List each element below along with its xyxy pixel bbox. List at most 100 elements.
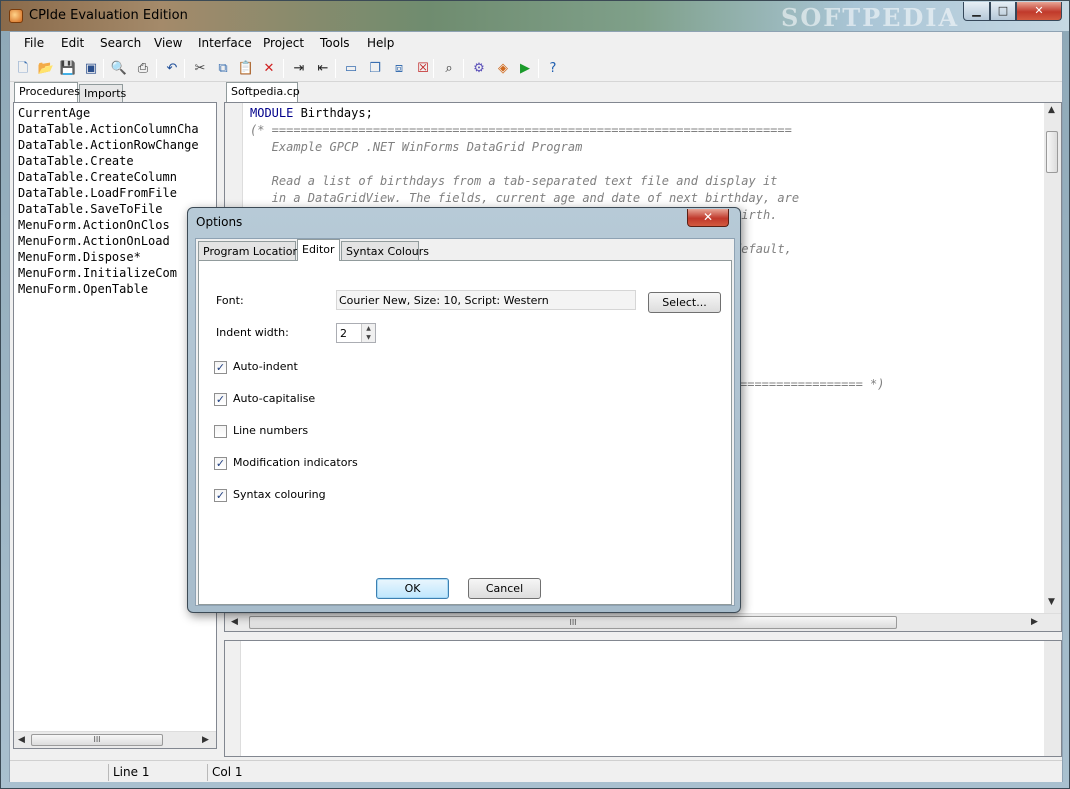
scroll-down-icon[interactable]: ▼ [1048,597,1055,607]
checkbox-modification-indicators[interactable]: ✓ [214,457,227,470]
delete-icon[interactable]: ✕ [260,59,278,77]
new-file-icon[interactable]: 🗋 [14,59,32,77]
indent-width-value[interactable]: 2 [340,327,347,340]
tab-syntax-colours[interactable]: Syntax Colours [341,241,429,260]
code-line: MODULE Birthdays; [250,105,373,122]
print-preview-icon[interactable]: 🔍 [110,59,128,77]
window-icon[interactable]: ▭ [342,59,360,77]
font-field: Courier New, Size: 10, Script: Western [336,290,636,310]
checkbox-label[interactable]: Auto-capitalise [233,392,315,405]
copy-icon[interactable]: ⧉ [214,59,232,77]
save-icon[interactable]: 💾 [59,59,77,77]
menu-search[interactable]: Search [100,36,141,50]
run-icon[interactable]: ▶ [516,59,534,77]
menu-edit[interactable]: Edit [61,36,84,50]
procedure-list-item[interactable]: DataTable.LoadFromFile [18,185,177,201]
checkbox-syntax-colouring[interactable]: ✓ [214,489,227,502]
help-icon[interactable]: ? [544,59,562,77]
print-icon[interactable]: ⎙ [134,59,152,77]
editor-hscrollbar[interactable]: ◀ III ▶ [225,613,1061,631]
open-folder-icon[interactable]: 📂 [37,59,55,77]
scroll-left-icon[interactable]: ◀ [18,735,25,745]
ok-button[interactable]: OK [376,578,449,599]
spin-arrows-icon[interactable]: ▲ ▼ [361,324,375,342]
checkbox-auto-capitalise[interactable]: ✓ [214,393,227,406]
save-all-icon[interactable]: ▣ [82,59,100,77]
procedure-list-item[interactable]: DataTable.ActionRowChange [18,137,199,153]
maximize-button[interactable]: □ [990,2,1016,21]
select-font-button[interactable]: Select... [648,292,721,313]
toolbar-separator [103,59,104,78]
scroll-right-icon[interactable]: ▶ [1031,617,1038,627]
procedure-list-item[interactable]: MenuForm.InitializeCom [18,265,177,281]
tab-editor[interactable]: Editor [297,239,340,261]
checkbox-label[interactable]: Line numbers [233,424,308,437]
output-vscrollbar[interactable] [1044,641,1061,756]
procedure-list-item[interactable]: DataTable.Create [18,153,134,169]
output-gutter [225,641,241,756]
indent-icon[interactable]: ⇥ [290,59,308,77]
editor-vscroll-thumb[interactable] [1046,131,1058,173]
procedure-list-item[interactable]: DataTable.ActionColumnCha [18,121,199,137]
checkbox-line-numbers[interactable] [214,425,227,438]
title-bar[interactable]: CPIde Evaluation Edition SOFTPEDIA ▁ □ ✕ [1,1,1069,32]
procedure-list-item[interactable]: CurrentAge [18,105,90,121]
checkbox-label[interactable]: Modification indicators [233,456,358,469]
watermark-logo: SOFTPEDIA [781,3,960,32]
menu-interface[interactable]: Interface [198,36,252,50]
scroll-left-icon[interactable]: ◀ [231,617,238,627]
toolbar-separator [463,59,464,78]
main-window: CPIde Evaluation Edition SOFTPEDIA ▁ □ ✕… [0,0,1070,789]
paste-icon[interactable]: 📋 [237,59,255,77]
tab-procedures[interactable]: Procedures [14,82,80,102]
scroll-right-icon[interactable]: ▶ [202,735,209,745]
tab-softpedia-cp[interactable]: Softpedia.cp [226,82,300,102]
compile-icon[interactable]: ◈ [494,59,512,77]
undo-icon[interactable]: ↶ [163,59,181,77]
menu-view[interactable]: View [154,36,182,50]
procedure-list-item[interactable]: MenuForm.ActionOnClos [18,217,170,233]
checkbox-label[interactable]: Auto-indent [233,360,298,373]
window-close-icon[interactable]: ☒ [414,59,432,77]
dialog-close-button[interactable]: ✕ [687,209,729,227]
status-line: Line 1 [108,764,206,781]
procedure-list-item[interactable]: MenuForm.OpenTable [18,281,148,297]
procedure-list-item[interactable]: DataTable.CreateColumn [18,169,177,185]
checkbox-auto-indent[interactable]: ✓ [214,361,227,374]
window-export-icon[interactable]: ⧈ [390,59,408,77]
outdent-icon[interactable]: ⇤ [314,59,332,77]
code-text: Birthdays; [293,106,373,120]
tab-program-locations[interactable]: Program Locations [198,241,305,260]
editor-vscrollbar[interactable]: ▲ ▼ [1044,103,1061,613]
procedure-list-item[interactable]: MenuForm.Dispose* [18,249,141,265]
indent-width-stepper[interactable]: 2 ▲ ▼ [336,323,376,343]
menu-tools[interactable]: Tools [320,36,350,50]
app-icon[interactable] [9,9,23,23]
indent-width-label: Indent width: [216,326,289,339]
cut-icon[interactable]: ✂ [191,59,209,77]
build-gear-icon[interactable]: ⚙ [470,59,488,77]
window-stack-icon[interactable]: ❐ [366,59,384,77]
code-line: (* =====================================… [250,122,792,139]
checkbox-label[interactable]: Syntax colouring [233,488,326,501]
menu-file[interactable]: File [24,36,44,50]
minimize-button[interactable]: ▁ [963,2,990,21]
procedure-list-item[interactable]: DataTable.SaveToFile [18,201,163,217]
scroll-up-icon[interactable]: ▲ [1048,105,1055,115]
tab-imports[interactable]: Imports [79,84,126,102]
cancel-button[interactable]: Cancel [468,578,541,599]
procedures-scroll-thumb[interactable]: III [31,734,163,746]
editor-hscroll-thumb[interactable]: III [249,616,897,629]
toolbar-separator [283,59,284,78]
dialog-title: Options [196,215,243,229]
code-text: (* =====================================… [250,123,792,137]
toolbar-separator [538,59,539,78]
font-label: Font: [216,294,244,307]
find-icon[interactable]: ⌕ [440,59,458,77]
close-button[interactable]: ✕ [1016,2,1062,21]
procedures-hscrollbar[interactable]: ◀ III ▶ [14,731,216,748]
menu-help[interactable]: Help [367,36,394,50]
menu-project[interactable]: Project [263,36,304,50]
output-pane[interactable] [224,640,1062,757]
procedure-list-item[interactable]: MenuForm.ActionOnLoad [18,233,170,249]
